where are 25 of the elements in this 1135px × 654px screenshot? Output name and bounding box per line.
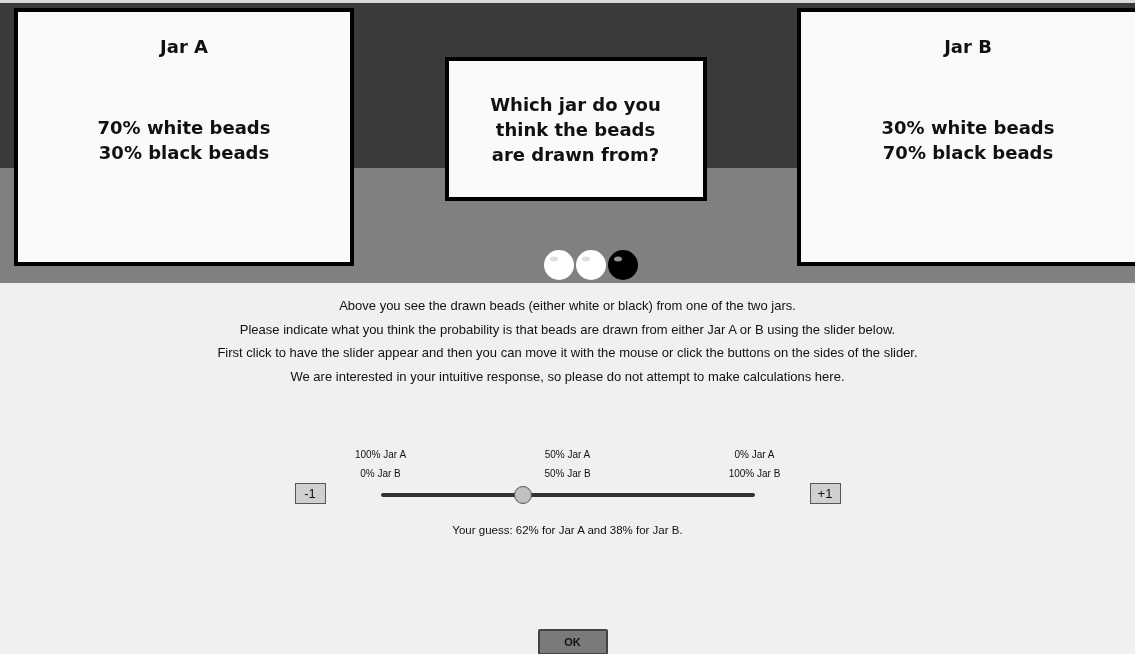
slider-label: 100% Jar A [354,447,407,462]
question-text: are drawn from? [491,142,660,167]
instruction-text: Above you see the drawn beads (either white or black) from one of the two jars. [339,297,796,315]
instruction-text: We are interested in your intuitive response, so please do not attempt to make calculations here. [290,368,845,387]
jar-composition: 30% black beads [98,141,270,165]
plus-button[interactable]: +1 [809,482,841,504]
instruction-text: Please indicate what you think the probability is that beads are drawn from either Jar A or B using the slider below. [239,320,896,339]
slider-label: 100% Jar B [728,466,781,481]
question-text: Which jar do you [490,92,661,117]
question-text: think the beads [495,117,656,142]
slider-thumb[interactable] [513,485,532,504]
jar-title: Jar B [944,36,992,57]
slider-label: 0% Jar A [734,447,775,462]
jar-composition: 70% white beads [97,116,271,140]
guess-text: Your guess: 62% for Jar A and 38% for Jar B. [451,523,684,536]
jar-title: Jar A [160,36,208,57]
minus-button[interactable]: -1 [294,482,326,504]
slider-label: 50% Jar B [544,466,591,481]
jar-composition: 30% white beads [881,116,1055,140]
slider-label: 0% Jar B [360,466,401,481]
instruction-text: First click to have the slider appear and then you can move it with the mouse or click the buttons on the sides of the slider. [217,344,918,363]
ok-button[interactable]: OK [537,628,608,654]
slider[interactable] [380,485,755,504]
slider-label: 50% Jar A [544,447,591,462]
jar-composition: 70% black beads [882,141,1054,165]
